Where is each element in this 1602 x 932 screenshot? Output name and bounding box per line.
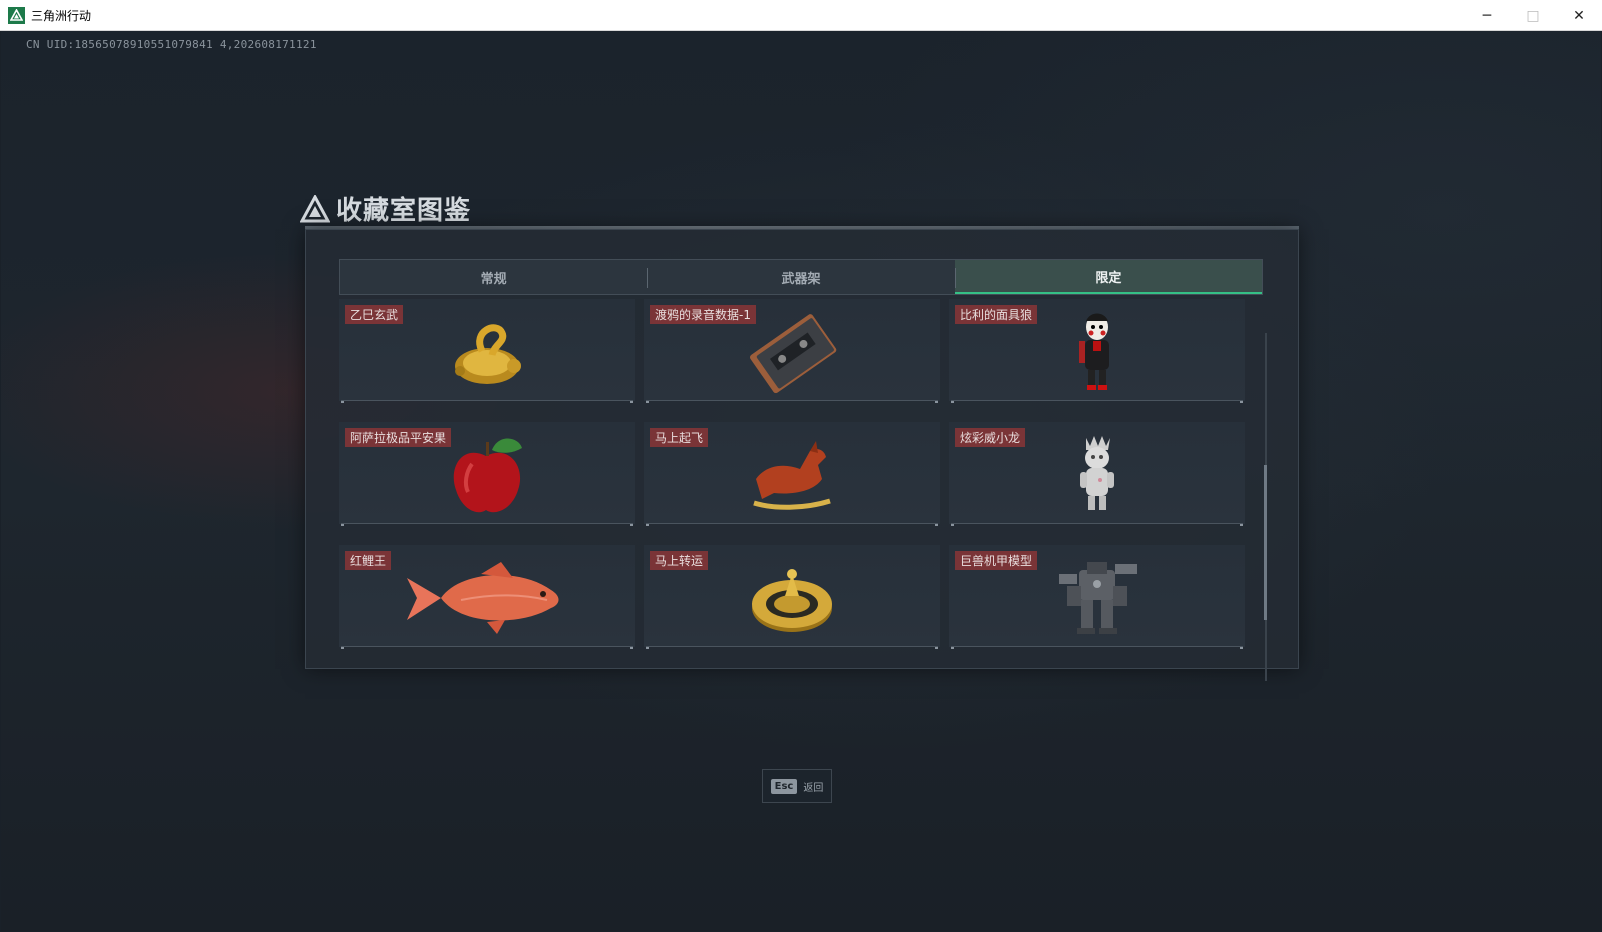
scrollbar-thumb[interactable] [1264, 465, 1267, 620]
puppet-doll-icon [1037, 307, 1157, 397]
collection-item[interactable]: 红鲤王 [339, 545, 635, 649]
collection-item[interactable]: 比利的面具狼 [949, 299, 1245, 403]
item-label: 马上起飞 [650, 428, 709, 447]
close-button[interactable]: ✕ [1556, 0, 1602, 31]
collection-item[interactable]: 巨兽机甲模型 [949, 545, 1245, 649]
window-titlebar: 三角洲行动 ─ □ ✕ [0, 0, 1602, 31]
cassette-tape-icon [732, 307, 852, 397]
item-grid: 乙巳玄武 渡鸦的录音数据-1 比利的面具狼 阿萨拉极品平安果 马上起飞 炫彩威小… [339, 299, 1263, 649]
tab-regular[interactable]: 常规 [340, 260, 647, 294]
item-label: 比利的面具狼 [955, 305, 1038, 324]
tab-limited[interactable]: 限定 [954, 260, 1262, 294]
mech-model-icon [1037, 553, 1157, 643]
item-label: 红鲤王 [345, 551, 392, 570]
minimize-button[interactable]: ─ [1464, 0, 1510, 31]
item-label: 马上转运 [650, 551, 709, 570]
item-label: 巨兽机甲模型 [955, 551, 1038, 570]
collection-item[interactable]: 渡鸦的录音数据-1 [644, 299, 940, 403]
esc-key-badge: Esc [770, 778, 798, 794]
white-dragon-figure-icon [1037, 430, 1157, 520]
collection-item[interactable]: 乙巳玄武 [339, 299, 635, 403]
window-title: 三角洲行动 [31, 8, 92, 23]
gold-compass-icon [732, 553, 852, 643]
window-controls: ─ □ ✕ [1464, 0, 1602, 31]
page-title: 收藏室图鉴 [336, 196, 472, 226]
delta-logo-icon [300, 194, 330, 222]
panel-header: 收藏室图鉴 [300, 190, 471, 227]
collection-item[interactable]: 炫彩威小龙 [949, 422, 1245, 526]
red-carp-icon [397, 553, 577, 643]
maximize-button[interactable]: □ [1510, 0, 1556, 31]
red-horse-icon [732, 430, 852, 520]
esc-back-button[interactable]: Esc 返回 [762, 769, 832, 803]
item-label: 炫彩威小龙 [955, 428, 1026, 447]
collection-item[interactable]: 阿萨拉极品平安果 [339, 422, 635, 526]
collection-panel: 常规 武器架 限定 乙巳玄武 渡鸦的录音数据-1 比利的面具狼 阿萨拉极品平安果… [305, 229, 1299, 669]
gold-turtle-snake-icon [427, 307, 547, 397]
app-logo-icon [8, 6, 25, 24]
uid-text: CN UID:18565078910551079841 4,2026081711… [26, 38, 317, 51]
back-label: 返回 [803, 782, 824, 794]
category-tabs: 常规 武器架 限定 [339, 259, 1263, 295]
red-apple-icon [427, 430, 547, 520]
tab-weapon-rack[interactable]: 武器架 [647, 260, 954, 294]
collection-item[interactable]: 马上转运 [644, 545, 940, 649]
collection-item[interactable]: 马上起飞 [644, 422, 940, 526]
item-label: 乙巳玄武 [345, 305, 404, 324]
